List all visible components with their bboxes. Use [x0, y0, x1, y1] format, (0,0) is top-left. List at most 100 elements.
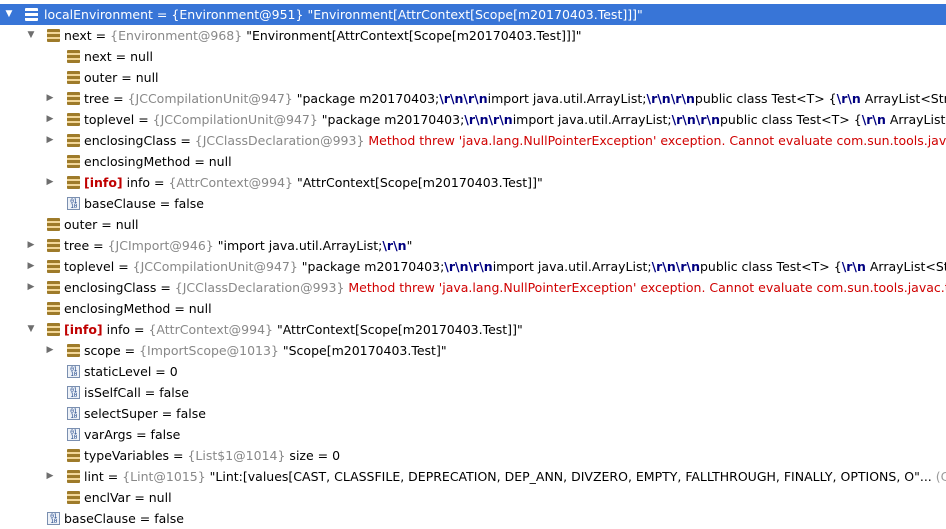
tree-row-label: isSelfCall = false [84, 382, 189, 403]
tree-row[interactable]: ▶ toplevel = {JCCompilationUnit@947} "pac… [0, 256, 946, 277]
primitive-field-icon: 01 10 [67, 386, 80, 399]
tree-row-label: baseClause = false [64, 508, 184, 529]
label-part-name: = null [97, 217, 139, 232]
tree-row-label: enclosingClass = {JCClassDeclaration@993… [84, 130, 946, 151]
tree-row[interactable]: outer = null [0, 67, 946, 88]
primitive-field-icon: 01 10 [47, 512, 60, 525]
label-part-ref: {AttrContext@994} [168, 175, 293, 190]
tree-row[interactable]: ▶ toplevel = {JCCompilationUnit@947} "pac… [0, 109, 946, 130]
tree-row[interactable]: ▶ scope = {ImportScope@1013} "Scope[m2017… [0, 340, 946, 361]
tree-row[interactable]: ▼ localEnvironment = {Environment@951} "E… [0, 4, 946, 25]
label-part-name: enclosingMethod [64, 301, 171, 316]
tree-row[interactable]: 01 10 baseClause = false [0, 193, 946, 214]
tree-row[interactable]: enclosingMethod = null [0, 151, 946, 172]
label-part-name: = [156, 280, 175, 295]
label-part-str: ArrayList<String> l"... [869, 259, 946, 274]
tree-row[interactable]: 01 10 isSelfCall = false [0, 382, 946, 403]
label-part-str: "import java.util.ArrayList; [213, 238, 383, 253]
expand-arrow-icon[interactable]: ▶ [25, 277, 37, 298]
label-part-name: = null [117, 70, 159, 85]
label-part-name: = [152, 7, 172, 22]
object-field-icon [47, 302, 60, 315]
tree-row[interactable]: ▶ [info] info = {AttrContext@994} "AttrCo… [0, 172, 946, 193]
tree-row[interactable]: ▶ enclosingClass = {JCClassDeclaration@99… [0, 277, 946, 298]
label-part-name: = [103, 469, 123, 484]
label-part-tag: [info] [64, 322, 103, 337]
label-part-name: tree [64, 238, 90, 253]
object-field-icon [67, 92, 80, 105]
label-part-esc: \r\n [861, 112, 886, 127]
expand-arrow-icon[interactable]: ▶ [44, 88, 56, 109]
tree-row[interactable]: 01 10 selectSuper = false [0, 403, 946, 424]
label-part-esc: \r\n [841, 259, 866, 274]
label-part-name: = null [111, 49, 153, 64]
tree-row[interactable]: enclosingMethod = null [0, 298, 946, 319]
label-part-str: " [406, 238, 413, 253]
primitive-field-icon: 01 10 [67, 197, 80, 210]
label-part-str: "Lint:[values[CAST, CLASSFILE, DEPRECATI… [205, 469, 932, 484]
tree-row[interactable]: 01 10 staticLevel = 0 [0, 361, 946, 382]
label-part-ref: {Environment@951} [171, 7, 304, 22]
variables-tree[interactable]: ▼ localEnvironment = {Environment@951} "E… [0, 0, 946, 527]
tree-row-label: outer = null [84, 67, 159, 88]
tree-row-label: enclosingMethod = null [84, 151, 232, 172]
label-part-name: info [122, 175, 151, 190]
tree-row[interactable]: ▼ [info] info = {AttrContext@994} "AttrCo… [0, 319, 946, 340]
label-part-tag: [info] [84, 175, 123, 190]
label-part-ref: {JCCompilationUnit@947} [127, 91, 293, 106]
object-field-icon [47, 239, 60, 252]
label-part-name: isSelfCall [84, 385, 141, 400]
label-part-str: public class Test<T> { [699, 259, 842, 274]
label-part-name: = false [132, 427, 181, 442]
collapse-arrow-icon[interactable]: ▼ [25, 319, 37, 340]
label-part-ref: {List$1@1014} [187, 448, 286, 463]
label-part-name: baseClause [84, 196, 156, 211]
tree-row[interactable]: 01 10 baseClause = false [0, 508, 946, 529]
tree-row[interactable]: typeVariables = {List$1@1014} size = 0 [0, 445, 946, 466]
tree-row[interactable]: ▼ next = {Environment@968} "Environment[A… [0, 25, 946, 46]
tree-row[interactable]: ▶ enclosingClass = {JCClassDeclaration@99… [0, 130, 946, 151]
label-part-str: "Environment[AttrContext[Scope[m20170403… [303, 7, 643, 22]
tree-row-label: staticLevel = 0 [84, 361, 178, 382]
label-part-name: info [102, 322, 131, 337]
tree-row[interactable]: ▶ tree = {JCCompilationUnit@947} "package… [0, 88, 946, 109]
label-part-name: = false [157, 406, 206, 421]
expand-arrow-icon[interactable]: ▶ [44, 109, 56, 130]
expand-arrow-icon[interactable]: ▶ [25, 235, 37, 256]
object-field-icon [67, 155, 80, 168]
tree-row[interactable]: enclVar = null [0, 487, 946, 508]
tree-row[interactable]: next = null [0, 46, 946, 67]
tree-row[interactable]: 01 10 varArgs = false [0, 424, 946, 445]
tree-row[interactable]: outer = null [0, 214, 946, 235]
label-part-hint[interactable]: (Click to see t [932, 469, 946, 484]
label-part-str: "Environment[AttrContext[Scope[m20170403… [242, 28, 582, 43]
label-part-name: = [109, 91, 128, 106]
object-field-icon [47, 260, 60, 273]
label-part-name: baseClause [64, 511, 136, 526]
expand-arrow-icon[interactable]: ▶ [44, 466, 56, 487]
label-part-esc: \r\n [836, 91, 861, 106]
label-part-ref: {JCCompilationUnit@947} [152, 112, 318, 127]
collapse-arrow-icon[interactable]: ▼ [25, 25, 37, 46]
expand-arrow-icon[interactable]: ▶ [25, 256, 37, 277]
tree-row-label: outer = null [64, 214, 139, 235]
label-part-esc: \r\n\r\n [671, 112, 720, 127]
object-field-icon [47, 281, 60, 294]
expand-arrow-icon[interactable]: ▶ [44, 130, 56, 151]
label-part-str: ArrayList<String> l"... [864, 91, 946, 106]
primitive-field-icon: 01 10 [67, 428, 80, 441]
tree-row-label: toplevel = {JCCompilationUnit@947} "pack… [84, 109, 946, 130]
label-part-name: varArgs [84, 427, 133, 442]
tree-row[interactable]: ▶ lint = {Lint@1015} "Lint:[values[CAST, … [0, 466, 946, 487]
tree-row-label: varArgs = false [84, 424, 180, 445]
collapse-arrow-icon[interactable]: ▼ [3, 4, 15, 25]
label-part-ref: {JCClassDeclaration@993} [194, 133, 365, 148]
primitive-field-icon: 01 10 [67, 407, 80, 420]
label-part-name: = 0 [151, 364, 178, 379]
expand-arrow-icon[interactable]: ▶ [44, 340, 56, 361]
tree-row-label: typeVariables = {List$1@1014} size = 0 [84, 445, 340, 466]
label-part-str: "Scope[m20170403.Test]" [278, 343, 447, 358]
expand-arrow-icon[interactable]: ▶ [44, 172, 56, 193]
label-part-ref: {JCCompilationUnit@947} [132, 259, 298, 274]
tree-row[interactable]: ▶ tree = {JCImport@946} "import java.util… [0, 235, 946, 256]
